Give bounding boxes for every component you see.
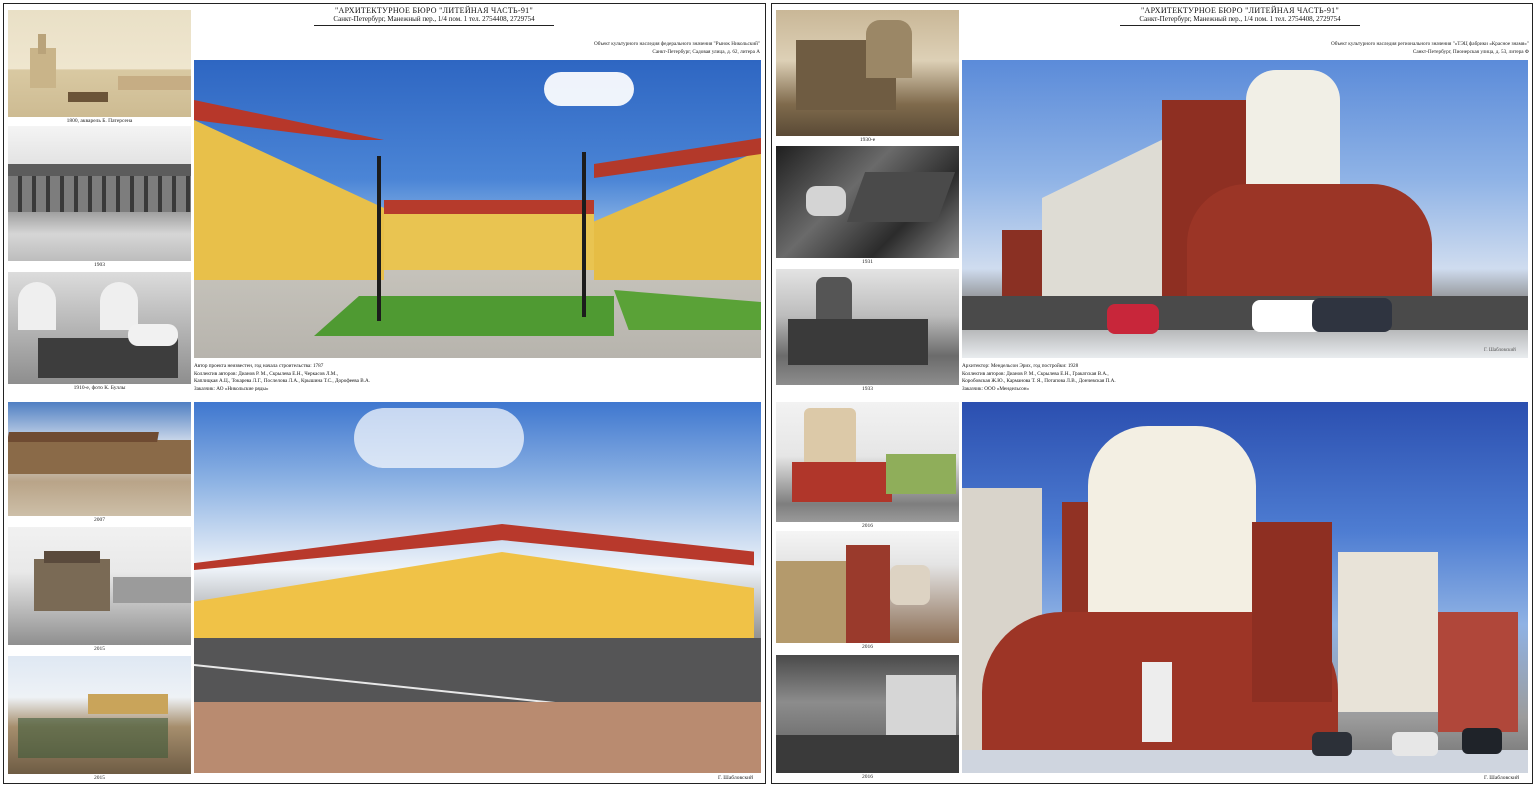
info-line-1: Архитектор: Мендельсон Эрих, год построй… (962, 363, 1079, 369)
left-sheet: 1800, акварель Б. Патерсена 1903 1910-е,… (3, 3, 766, 784)
sheet-signature: Г. Шабловский (718, 775, 754, 781)
thumb-caption-3: 1910-е, фото К. Буллы (73, 385, 126, 391)
firm-name: "АРХИТЕКТУРНОЕ БЮРО "ЛИТЕЙНАЯ ЧАСТЬ-91" (334, 6, 534, 15)
info-line-4: Заказчик: ООО «Мендельсон» (962, 385, 1030, 392)
thumb-1903-photo (8, 126, 191, 261)
firm-address: Санкт-Петербург, Манежный пер., 1/4 пом.… (333, 15, 535, 23)
thumb-caption-1: 1800, акварель Б. Патерсена (66, 118, 133, 124)
main-photo-power-station (962, 60, 1528, 358)
firm-header: "АРХИТЕКТУРНОЕ БЮРО "ЛИТЕЙНАЯ ЧАСТЬ-91" … (314, 7, 554, 26)
info-line-3: Каплицкая А.Ц., Токарева Л.Г., Послелова… (194, 378, 371, 384)
header-rule (1120, 25, 1360, 26)
thumb-caption-6: 2016 (862, 774, 873, 780)
thumb-caption-1: 1930-е (859, 137, 876, 143)
thumb-2016-photo-c (776, 655, 959, 773)
thumb-1933-photo (776, 269, 959, 385)
thumb-1910-photo (8, 272, 191, 384)
info-line-1: Автор проекта неизвестен, год начала стр… (194, 363, 324, 369)
firm-name: "АРХИТЕКТУРНОЕ БЮРО "ЛИТЕЙНАЯ ЧАСТЬ-91" (1140, 6, 1340, 15)
main-photo-street (194, 402, 761, 773)
thumb-2015-photo-a (8, 527, 191, 645)
thumb-2016-photo-a (776, 402, 959, 522)
firm-header: "АРХИТЕКТУРНОЕ БЮРО "ЛИТЕЙНАЯ ЧАСТЬ-91" … (1120, 7, 1360, 26)
thumb-1800-painting (8, 10, 191, 117)
thumb-1931-photo (776, 146, 959, 258)
thumb-caption-4: 2007 (94, 517, 105, 523)
object-line-2: Санкт-Петербург, Пионерская улица, д. 53… (1412, 49, 1529, 55)
thumb-caption-4: 2016 (862, 523, 873, 529)
main-photo-tower-street (962, 402, 1528, 773)
main-photo-courtyard (194, 60, 761, 358)
thumb-2015-photo-b (8, 656, 191, 774)
thumb-2016-photo-b (776, 531, 959, 643)
object-line-1: Объект культурного наследия региональног… (1331, 41, 1529, 47)
thumb-caption-2: 1931 (862, 259, 873, 265)
thumb-caption-3: 1933 (862, 386, 873, 392)
project-info: Архитектор: Мендельсон Эрих, год построй… (962, 363, 1362, 393)
thumb-caption-5: 2015 (94, 646, 105, 652)
thumb-caption-6: 2015 (94, 775, 105, 781)
object-line-2: Санкт-Петербург, Садовая улица, д. 62, л… (652, 49, 760, 55)
right-sheet: 1930-е 1931 1933 2016 2016 2016 "АРХИТЕК… (771, 3, 1533, 784)
thumb-1930s-photo (776, 10, 959, 136)
thumb-2007-photo (8, 402, 191, 516)
firm-address: Санкт-Петербург, Манежный пер., 1/4 пом.… (1139, 15, 1341, 23)
object-title: Объект культурного наследия федерального… (384, 40, 760, 56)
object-line-1: Объект культурного наследия федерального… (594, 41, 760, 47)
info-line-2: Коллектив авторов: Дианов Р. М., Скрылев… (194, 370, 339, 377)
thumb-caption-5: 2016 (862, 644, 873, 650)
info-line-2: Коллектив авторов: Дианов Р. М., Скрылев… (962, 370, 1109, 377)
photo-signature: Г. Шабловский (1484, 348, 1516, 353)
header-rule (314, 25, 554, 26)
info-line-4: Заказчик: АО «Никольские ряды» (194, 385, 269, 392)
info-line-3: Коробовская Ж.Ю., Карманова Т. Я., Потап… (962, 378, 1116, 384)
object-title: Объект культурного наследия региональног… (1192, 40, 1529, 56)
sheet-signature: Г. Шабловский (1484, 775, 1520, 781)
project-info: Автор проекта неизвестен, год начала стр… (194, 363, 594, 393)
thumb-caption-2: 1903 (94, 262, 105, 268)
